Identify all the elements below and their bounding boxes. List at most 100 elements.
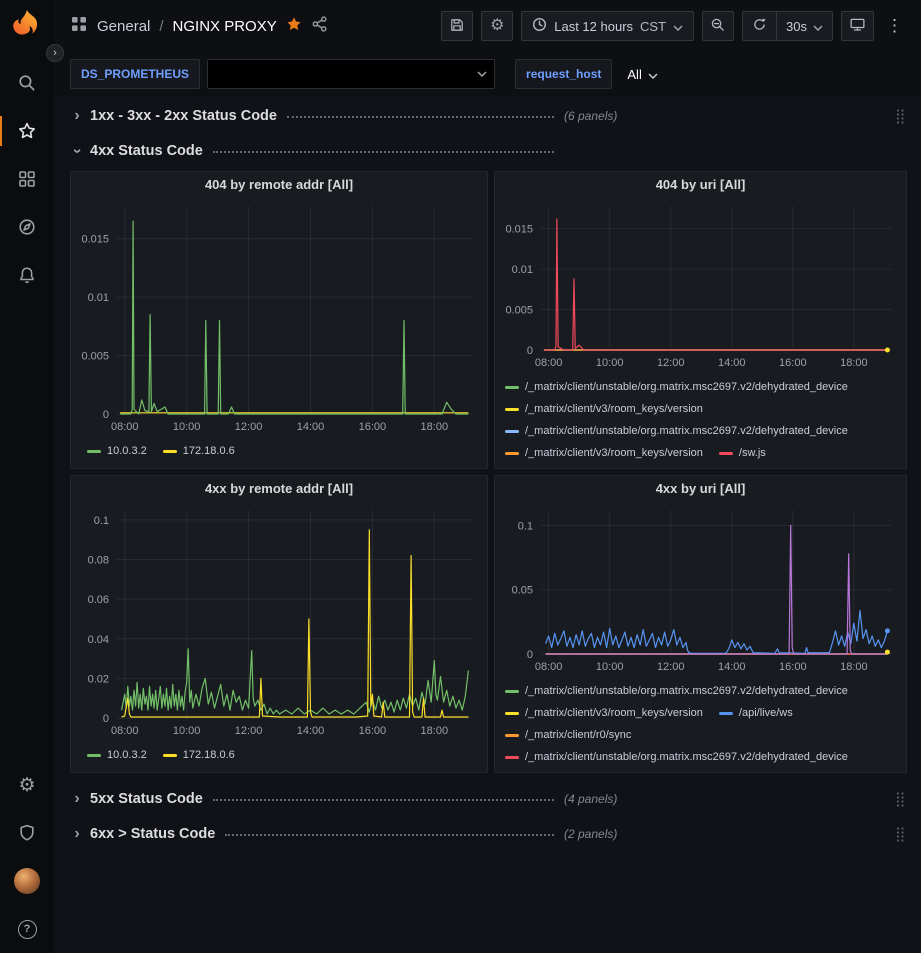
sidebar-item-explore[interactable]	[0, 203, 54, 251]
legend-item[interactable]: /_matrix/client/r0/sync	[505, 724, 631, 746]
sidebar-nav-top	[0, 59, 54, 299]
monitor-icon	[849, 16, 866, 36]
svg-text:0.005: 0.005	[505, 305, 533, 317]
legend-item[interactable]: /_matrix/client/unstable/org.matrix.msc2…	[505, 680, 848, 702]
series-label: 10.0.3.2	[107, 445, 147, 457]
time-series-chart[interactable]: 08:0010:0012:0014:0016:0018:0000.020.040…	[71, 502, 487, 742]
svg-text:0.01: 0.01	[88, 292, 109, 304]
datasource-select[interactable]	[207, 59, 495, 89]
svg-text:16:00: 16:00	[359, 421, 387, 433]
breadcrumb-separator: /	[159, 18, 163, 35]
row-toggle[interactable]: › 6xx > Status Code	[70, 825, 556, 843]
svg-text:10:00: 10:00	[596, 661, 624, 673]
series-color-swatch	[87, 450, 101, 453]
svg-text:18:00: 18:00	[840, 661, 868, 673]
svg-text:0.01: 0.01	[512, 264, 533, 276]
panel-legend: 10.0.3.2 172.18.0.6	[71, 438, 487, 468]
legend-item[interactable]: 172.18.0.6	[163, 440, 235, 462]
favorite-star-icon[interactable]	[286, 16, 302, 37]
panel-title[interactable]: 404 by remote addr [All]	[71, 172, 487, 198]
row-toggle[interactable]: › 1xx - 3xx - 2xx Status Code	[70, 107, 556, 125]
series-label: 10.0.3.2	[107, 749, 147, 761]
share-icon[interactable]	[311, 15, 329, 38]
chevron-down-icon	[648, 67, 658, 82]
refresh-interval-picker[interactable]: 30s	[776, 12, 832, 40]
row-panel-count: (4 panels)	[564, 792, 617, 806]
svg-text:14:00: 14:00	[718, 661, 746, 673]
legend-item[interactable]: /_matrix/client/unstable/org.matrix.msc2…	[505, 746, 848, 768]
dashboard-canvas: › 1xx - 3xx - 2xx Status Code (6 panels)…	[54, 96, 921, 849]
series-label: /sw.js	[739, 447, 766, 459]
legend-item[interactable]: /_matrix/client/v3/room_keys/version	[505, 442, 703, 464]
panel-legend: /_matrix/client/unstable/org.matrix.msc2…	[495, 678, 906, 772]
chevron-right-icon: ›	[70, 790, 84, 808]
chevron-down-icon	[470, 71, 494, 77]
row-toggle[interactable]: › 5xx Status Code	[70, 790, 556, 808]
save-dashboard-button[interactable]	[441, 11, 473, 41]
svg-text:10:00: 10:00	[596, 357, 624, 369]
series-color-swatch	[505, 756, 519, 759]
panel-title[interactable]: 404 by uri [All]	[495, 172, 906, 198]
svg-text:12:00: 12:00	[235, 725, 263, 737]
panel-title[interactable]: 4xx by remote addr [All]	[71, 476, 487, 502]
row-drag-handle[interactable]	[893, 824, 907, 844]
more-options-button[interactable]: ⋮	[882, 16, 907, 36]
time-series-chart[interactable]: 08:0010:0012:0014:0016:0018:0000.050.1	[495, 502, 906, 678]
row-drag-handle[interactable]	[893, 789, 907, 809]
sidebar: ⚙ ?	[0, 0, 54, 953]
tv-mode-button[interactable]	[841, 11, 874, 41]
panel-title[interactable]: 4xx by uri [All]	[495, 476, 906, 502]
series-color-swatch	[505, 430, 519, 433]
time-series-chart[interactable]: 08:0010:0012:0014:0016:0018:0000.0050.01…	[495, 198, 906, 374]
request-host-select[interactable]: All	[619, 59, 665, 89]
legend-item[interactable]: /_matrix/client/unstable/org.matrix.msc2…	[505, 420, 848, 442]
legend-item[interactable]: /api/live/ws	[719, 702, 793, 724]
svg-text:18:00: 18:00	[421, 725, 449, 737]
panel-4xx-by-uri: 4xx by uri [All] 08:0010:0012:0014:0016:…	[494, 475, 907, 773]
dashboard-settings-button[interactable]: ⚙	[481, 11, 513, 41]
series-label: 172.18.0.6	[183, 749, 235, 761]
sidebar-item-alerting[interactable]	[0, 251, 54, 299]
sidebar-expand-toggle[interactable]: ›	[46, 44, 64, 62]
svg-text:18:00: 18:00	[421, 421, 449, 433]
svg-text:0.04: 0.04	[88, 634, 109, 646]
grafana-logo[interactable]	[11, 8, 43, 45]
dashboard-variables-bar: DS_PROMETHEUS request_host All	[54, 52, 921, 96]
time-range-label: Last 12 hours	[554, 19, 633, 34]
sidebar-item-dashboards[interactable]	[0, 155, 54, 203]
legend-item[interactable]: /_matrix/client/unstable/org.matrix.msc2…	[505, 376, 848, 398]
legend-item[interactable]: /sw.js	[719, 442, 766, 464]
legend-item[interactable]: /_matrix/client/v3/room_keys/version	[505, 702, 703, 724]
series-label: 172.18.0.6	[183, 445, 235, 457]
sidebar-item-help[interactable]: ?	[0, 905, 54, 953]
breadcrumb-section[interactable]: General	[97, 18, 150, 35]
sidebar-item-server-admin[interactable]	[0, 809, 54, 857]
sidebar-item-starred[interactable]	[0, 107, 54, 155]
svg-text:10:00: 10:00	[173, 725, 201, 737]
series-color-swatch	[163, 754, 177, 757]
dashboard-row-5xx: › 5xx Status Code (4 panels)	[70, 784, 907, 814]
svg-text:16:00: 16:00	[779, 357, 807, 369]
legend-item[interactable]: 10.0.3.2	[87, 440, 147, 462]
legend-item[interactable]: 172.18.0.6	[163, 744, 235, 766]
series-label: /_matrix/client/unstable/org.matrix.msc2…	[525, 381, 848, 393]
sidebar-item-settings[interactable]: ⚙	[0, 761, 54, 809]
legend-item[interactable]: 10.0.3.2	[87, 744, 147, 766]
svg-text:0.1: 0.1	[94, 515, 109, 527]
time-series-chart[interactable]: 08:0010:0012:0014:0016:0018:0000.0050.01…	[71, 198, 487, 438]
svg-text:0.06: 0.06	[88, 594, 109, 606]
svg-text:0.02: 0.02	[88, 673, 109, 685]
legend-item[interactable]: /_matrix/client/v3/room_keys/version	[505, 398, 703, 420]
svg-text:0.015: 0.015	[505, 224, 533, 236]
breadcrumb-title[interactable]: NGINX PROXY	[173, 18, 277, 35]
refresh-button[interactable]	[743, 12, 776, 40]
row-toggle[interactable]: › 4xx Status Code	[70, 142, 556, 160]
search-button[interactable]	[0, 59, 54, 107]
panel-legend: 10.0.3.2 172.18.0.6	[71, 742, 487, 772]
panel-404-by-uri: 404 by uri [All] 08:0010:0012:0014:0016:…	[494, 171, 907, 469]
zoom-out-button[interactable]	[702, 11, 734, 41]
row-drag-handle[interactable]	[893, 106, 907, 126]
svg-text:0: 0	[103, 409, 109, 421]
sidebar-item-profile[interactable]	[0, 857, 54, 905]
time-range-picker[interactable]: Last 12 hours CST	[521, 11, 694, 41]
